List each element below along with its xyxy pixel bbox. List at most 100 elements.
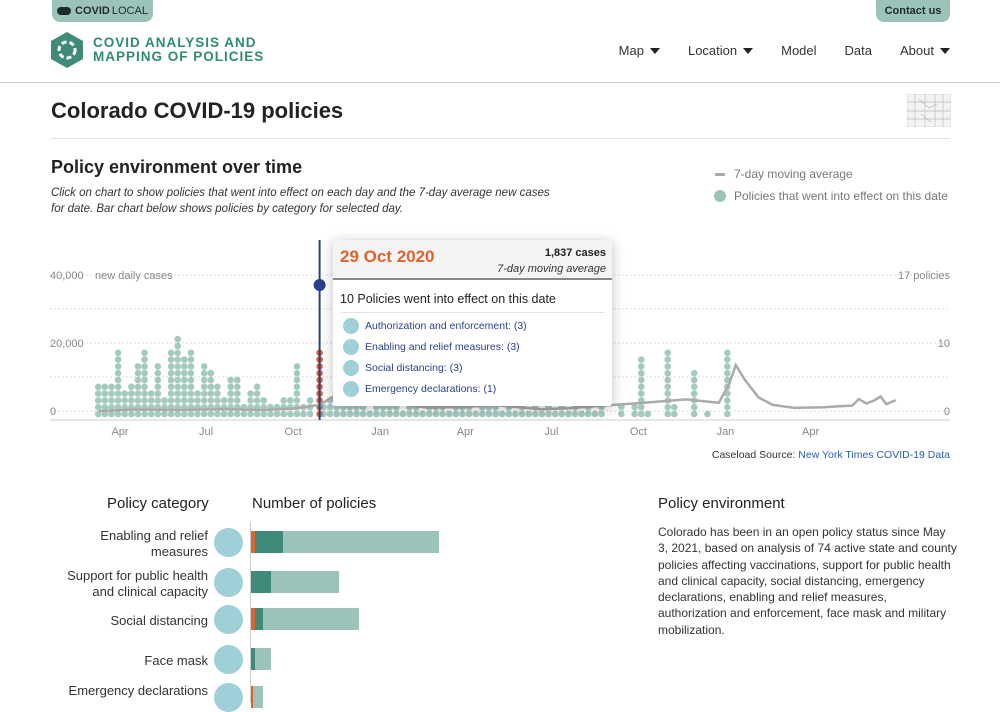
policy-dot[interactable] bbox=[399, 410, 407, 418]
policy-dot[interactable] bbox=[690, 369, 698, 377]
policy-dot[interactable] bbox=[114, 356, 122, 363]
policy-dot[interactable] bbox=[181, 390, 188, 397]
policy-dot[interactable] bbox=[167, 410, 175, 418]
policy-dot[interactable] bbox=[194, 410, 201, 418]
policy-dot[interactable] bbox=[187, 397, 195, 404]
policy-dot[interactable] bbox=[353, 410, 360, 418]
policy-dot[interactable] bbox=[141, 369, 148, 377]
policy-dot[interactable] bbox=[234, 410, 241, 418]
policy-dot[interactable] bbox=[253, 383, 261, 391]
policy-dot[interactable] bbox=[167, 383, 175, 391]
policy-dot[interactable] bbox=[664, 390, 672, 397]
bar-selected-date[interactable] bbox=[251, 531, 255, 553]
policy-dot[interactable] bbox=[359, 410, 367, 418]
policy-dot[interactable] bbox=[234, 397, 241, 404]
policy-dot[interactable] bbox=[234, 390, 241, 397]
policy-dot[interactable] bbox=[445, 410, 453, 418]
policy-dot[interactable] bbox=[227, 397, 234, 404]
policy-dot[interactable] bbox=[724, 403, 731, 411]
policy-dot[interactable] bbox=[134, 390, 142, 397]
policy-dot[interactable] bbox=[637, 383, 645, 391]
cursor-handle[interactable] bbox=[313, 279, 326, 291]
nav-location[interactable]: Location bbox=[688, 43, 754, 58]
policy-dot[interactable] bbox=[167, 369, 175, 377]
policy-dot[interactable] bbox=[167, 349, 175, 357]
policy-dot[interactable] bbox=[220, 410, 228, 418]
policy-dot[interactable] bbox=[174, 369, 182, 377]
policy-dot[interactable] bbox=[531, 410, 539, 418]
policy-dot[interactable] bbox=[339, 410, 347, 418]
policy-dot[interactable] bbox=[505, 410, 513, 418]
policy-dot[interactable] bbox=[690, 410, 698, 418]
policy-dot[interactable] bbox=[207, 397, 215, 404]
policy-dot[interactable] bbox=[187, 383, 195, 391]
policy-dot[interactable] bbox=[174, 376, 182, 384]
policy-dot[interactable] bbox=[326, 410, 334, 418]
policy-dot[interactable] bbox=[286, 397, 294, 404]
policy-dot[interactable] bbox=[664, 376, 672, 384]
policy-dot[interactable] bbox=[154, 390, 162, 397]
policy-dot[interactable] bbox=[637, 390, 645, 397]
policy-dot[interactable] bbox=[664, 410, 672, 418]
policy-dot[interactable] bbox=[637, 376, 645, 384]
policy-dot[interactable] bbox=[419, 410, 427, 418]
policy-dot[interactable] bbox=[253, 410, 261, 418]
policy-dot[interactable] bbox=[591, 410, 599, 418]
policy-dot[interactable] bbox=[207, 369, 215, 377]
policy-dot[interactable] bbox=[247, 397, 254, 404]
policy-dot[interactable] bbox=[724, 349, 731, 357]
policy-dot[interactable] bbox=[200, 369, 208, 377]
policy-dot[interactable] bbox=[644, 410, 652, 418]
policy-dot[interactable] bbox=[141, 363, 148, 370]
policy-dot[interactable] bbox=[187, 363, 195, 370]
policy-dot[interactable] bbox=[128, 390, 135, 397]
policy-dot[interactable] bbox=[439, 410, 446, 418]
policy-dot[interactable] bbox=[724, 363, 731, 370]
policy-dot[interactable] bbox=[147, 397, 155, 404]
policy-dot[interactable] bbox=[247, 390, 254, 397]
policy-dot[interactable] bbox=[432, 410, 440, 418]
policy-dot[interactable] bbox=[234, 376, 241, 384]
policy-dot[interactable] bbox=[141, 383, 148, 391]
policy-dot[interactable] bbox=[181, 376, 188, 384]
policy-dot[interactable] bbox=[174, 356, 182, 363]
policy-dot[interactable] bbox=[379, 410, 387, 418]
policy-dot[interactable] bbox=[320, 410, 327, 418]
policy-dot[interactable] bbox=[141, 349, 148, 357]
policy-dot[interactable] bbox=[227, 410, 234, 418]
policy-dot[interactable] bbox=[200, 383, 208, 391]
policy-dot[interactable] bbox=[690, 390, 698, 397]
policy-dot[interactable] bbox=[492, 410, 499, 418]
policy-dot[interactable] bbox=[664, 383, 672, 391]
policy-dot[interactable] bbox=[94, 403, 102, 411]
bar-selected-date[interactable] bbox=[251, 608, 255, 630]
policy-dot[interactable] bbox=[293, 410, 301, 418]
policy-dot[interactable] bbox=[664, 356, 672, 363]
policy-dot[interactable] bbox=[465, 410, 473, 418]
policy-dot[interactable] bbox=[200, 390, 208, 397]
policy-dot[interactable] bbox=[346, 410, 354, 418]
policy-dot[interactable] bbox=[253, 390, 261, 397]
tooltip-item[interactable]: Authorization and enforcement: (3) bbox=[343, 318, 602, 334]
policy-dot[interactable] bbox=[154, 363, 162, 370]
policy-dot[interactable] bbox=[260, 410, 268, 418]
policy-dot[interactable] bbox=[280, 397, 287, 404]
policy-dot[interactable] bbox=[220, 397, 228, 404]
policy-dot[interactable] bbox=[426, 410, 433, 418]
policy-dot[interactable] bbox=[637, 410, 645, 418]
bar-selected-date[interactable] bbox=[251, 686, 253, 708]
policy-dot[interactable] bbox=[664, 349, 672, 357]
policy-dot[interactable] bbox=[472, 410, 479, 418]
policy-dot[interactable] bbox=[141, 376, 148, 384]
policy-dot[interactable] bbox=[114, 390, 122, 397]
policy-dot[interactable] bbox=[234, 383, 241, 391]
nav-data[interactable]: Data bbox=[845, 43, 872, 58]
policy-dot[interactable] bbox=[187, 349, 195, 357]
policy-dot[interactable] bbox=[174, 335, 182, 343]
policy-dot[interactable] bbox=[227, 383, 234, 391]
policy-dot[interactable] bbox=[293, 390, 301, 397]
policy-dot[interactable] bbox=[108, 397, 115, 404]
policy-dot[interactable] bbox=[181, 363, 188, 370]
policy-dot[interactable] bbox=[300, 410, 307, 418]
policy-dot[interactable] bbox=[260, 397, 268, 404]
